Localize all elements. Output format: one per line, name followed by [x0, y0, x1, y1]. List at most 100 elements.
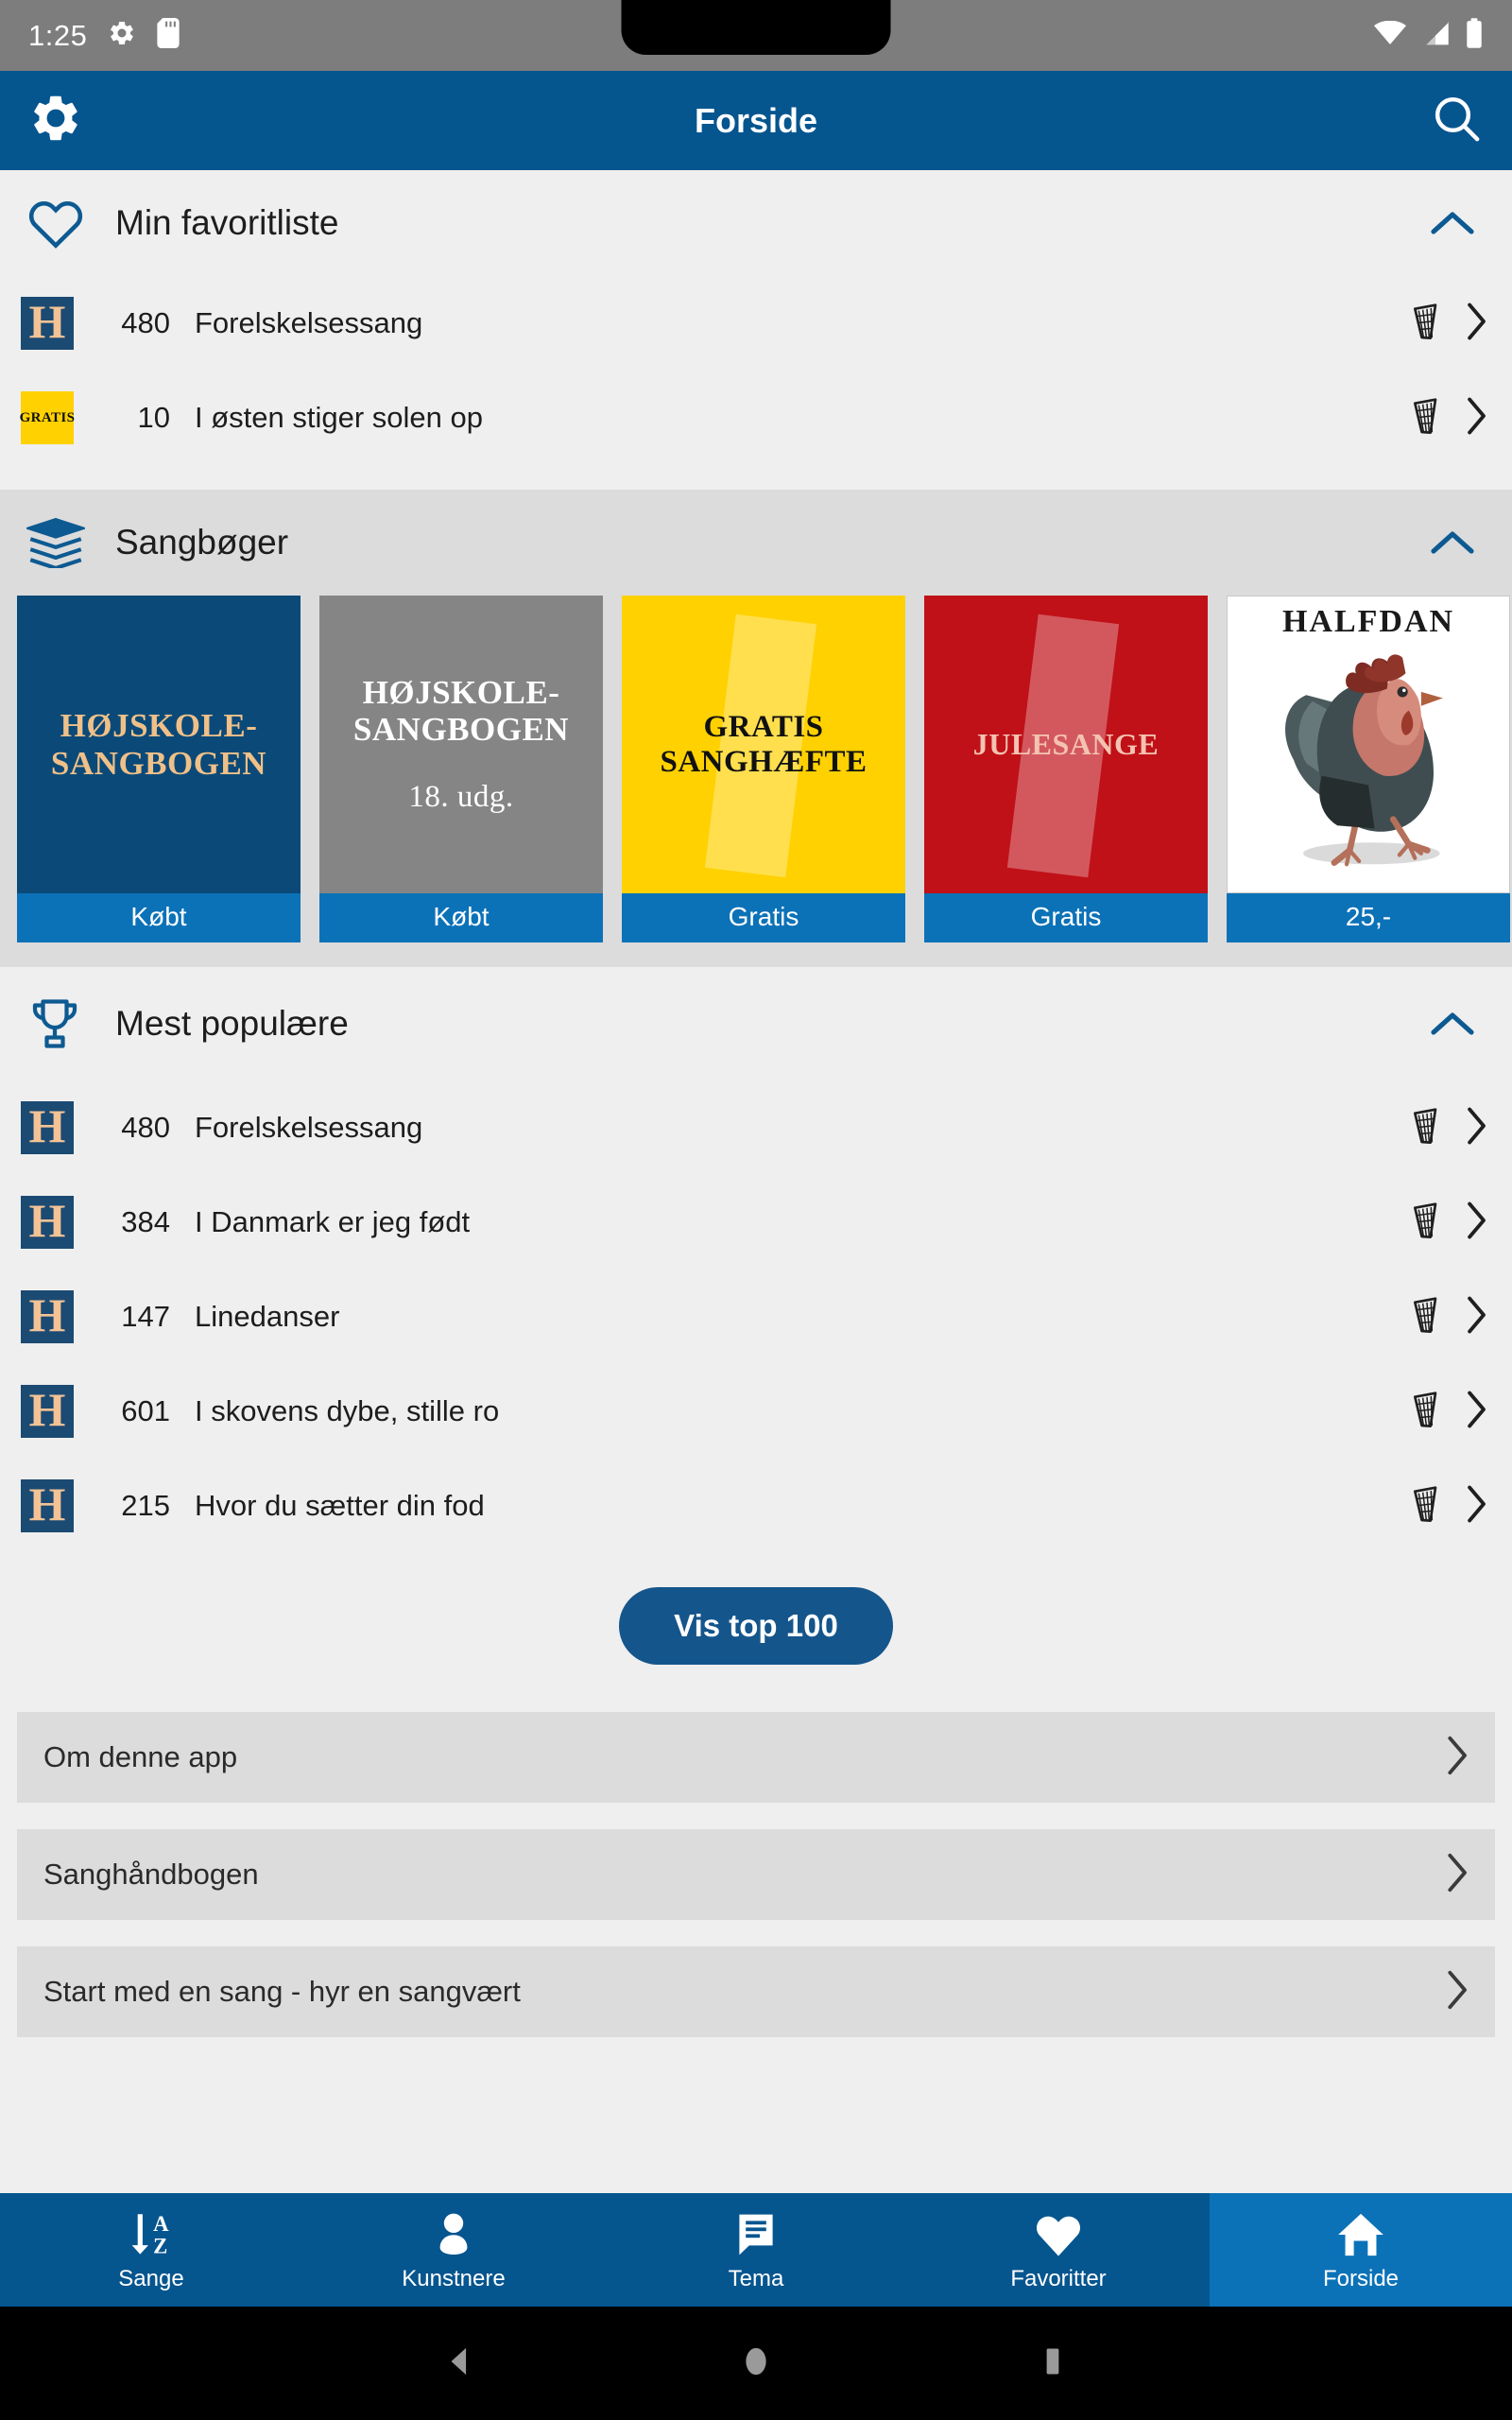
table-row[interactable]: H 601 I skovens dybe, stille ro: [0, 1364, 1512, 1459]
row-actions: [1412, 1201, 1489, 1245]
nav-label: Kunstnere: [402, 2266, 506, 2291]
chevron-up-icon[interactable]: [1419, 209, 1486, 237]
camera-notch: [621, 0, 891, 55]
song-title: Forelskelsessang: [195, 306, 423, 339]
link-row-songhandbook[interactable]: Sanghåndbogen: [17, 1829, 1495, 1920]
harp-icon[interactable]: [1412, 1296, 1440, 1339]
songbook-badge-h: H: [21, 1479, 74, 1532]
favorites-header[interactable]: Min favoritliste: [0, 170, 1512, 276]
link-label: Start med en sang - hyr en sangvært: [43, 1975, 521, 2008]
song-number: 215: [121, 1489, 170, 1522]
search-button[interactable]: [1427, 92, 1486, 150]
sort-az-icon: AZ: [127, 2207, 176, 2258]
harp-icon[interactable]: [1412, 1391, 1440, 1433]
songbook-cover: JULESANGE: [924, 596, 1208, 893]
songbook-badge-h: H: [21, 1290, 74, 1343]
song-number: 480: [121, 1111, 170, 1144]
link-row-hire-song-host[interactable]: Start med en sang - hyr en sangvært: [17, 1946, 1495, 2037]
nav-item-sange[interactable]: AZ Sange: [0, 2193, 302, 2307]
chevron-right-icon[interactable]: [1465, 1390, 1489, 1434]
song-number: 480: [121, 306, 170, 339]
row-actions: [1412, 302, 1489, 346]
battery-icon: [1465, 18, 1484, 53]
songbook-card[interactable]: JULESANGE Gratis: [924, 596, 1208, 942]
song-title: Hvor du sætter din fod: [195, 1489, 485, 1522]
chevron-right-icon[interactable]: [1465, 1484, 1489, 1529]
songbooks-title: Sangbøger: [115, 523, 289, 562]
songbooks-carousel[interactable]: HØJSKOLE- SANGBOGEN Købt HØJSKOLE- SANGBOG…: [0, 596, 1512, 942]
android-navigation-bar: [0, 2307, 1512, 2420]
harp-icon[interactable]: [1412, 1107, 1440, 1150]
chevron-right-icon[interactable]: [1465, 302, 1489, 346]
row-actions: [1412, 1484, 1489, 1529]
section-favorites: Min favoritliste H 480 Forelskelsessang: [0, 170, 1512, 490]
songbook-badge-h: H: [21, 1196, 74, 1249]
app-root: 1:25 Forside Min favoritliste H 480 Fore…: [0, 0, 1512, 2420]
popular-header[interactable]: Mest populære: [0, 967, 1512, 1080]
songbook-cover-title: JULESANGE: [972, 726, 1160, 761]
nav-item-tema[interactable]: Tema: [605, 2193, 907, 2307]
chevron-right-icon: [1444, 1968, 1470, 2016]
harp-icon[interactable]: [1412, 1485, 1440, 1528]
show-top-100-button[interactable]: Vis top 100: [619, 1587, 893, 1665]
section-songbooks: Sangbøger HØJSKOLE- SANGBOGEN Købt HØJSKO…: [0, 490, 1512, 967]
nav-label: Forside: [1322, 2266, 1400, 2291]
link-row-about-app[interactable]: Om denne app: [17, 1712, 1495, 1803]
songbook-cover: GRATIS SANGHÆFTE: [622, 596, 905, 893]
harp-icon[interactable]: [1412, 1201, 1440, 1244]
recents-square-icon[interactable]: [1037, 2345, 1069, 2382]
chevron-up-icon[interactable]: [1419, 1010, 1486, 1038]
song-number: 147: [121, 1300, 170, 1333]
songbook-price-label: 25,-: [1227, 893, 1510, 942]
songbook-cover: HØJSKOLE- SANGBOGEN: [17, 596, 301, 893]
songbook-cover-title: HALFDAN: [1281, 604, 1455, 639]
chevron-right-icon[interactable]: [1465, 1106, 1489, 1150]
link-label: Sanghåndbogen: [43, 1858, 259, 1891]
row-actions: [1412, 1390, 1489, 1434]
songbook-card[interactable]: HALFDAN 25,-: [1227, 596, 1510, 942]
home-circle-icon[interactable]: [740, 2345, 772, 2382]
nav-item-kunstnere[interactable]: Kunstnere: [302, 2193, 605, 2307]
songbooks-header[interactable]: Sangbøger: [0, 490, 1512, 596]
songbook-badge-h: H: [21, 1385, 74, 1438]
songbook-card[interactable]: HØJSKOLE- SANGBOGEN Købt: [17, 596, 301, 942]
svg-text:A: A: [153, 2212, 169, 2236]
wifi-icon: [1374, 20, 1406, 50]
songbook-price-label: Købt: [17, 893, 301, 942]
song-title: I østen stiger solen op: [195, 401, 483, 434]
songbook-cover-subtitle: 18. udg.: [408, 780, 514, 815]
songbook-cover-title: HØJSKOLE- SANGBOGEN 18. udg.: [352, 673, 570, 815]
chevron-right-icon[interactable]: [1465, 1295, 1489, 1340]
nav-item-forside[interactable]: Forside: [1210, 2193, 1512, 2307]
settings-button[interactable]: [26, 92, 85, 150]
heart-filled-icon: [1034, 2207, 1083, 2258]
song-number: 601: [121, 1394, 170, 1427]
nav-item-favoritter[interactable]: Favoritter: [907, 2193, 1210, 2307]
list-item[interactable]: H 480 Forelskelsessang: [0, 276, 1512, 371]
table-row[interactable]: H 215 Hvor du sætter din fod: [0, 1459, 1512, 1553]
songbook-price-label: Gratis: [622, 893, 905, 942]
chevron-right-icon: [1444, 1734, 1470, 1782]
nav-label: Sange: [118, 2266, 184, 2291]
chevron-up-icon[interactable]: [1419, 528, 1486, 557]
chevron-right-icon[interactable]: [1465, 396, 1489, 441]
table-row[interactable]: H 384 I Danmark er jeg født: [0, 1175, 1512, 1270]
songbook-price-label: Købt: [319, 893, 603, 942]
sd-card-icon: [157, 18, 180, 53]
songbook-card[interactable]: HØJSKOLE- SANGBOGEN 18. udg. Købt: [319, 596, 603, 942]
top100-wrapper: Vis top 100: [0, 1553, 1512, 1712]
table-row[interactable]: H 480 Forelskelsessang: [0, 1080, 1512, 1175]
chevron-right-icon: [1444, 1851, 1470, 1899]
song-title: Forelskelsessang: [195, 1111, 423, 1144]
harp-icon[interactable]: [1412, 397, 1440, 440]
song-title: I Danmark er jeg født: [195, 1205, 471, 1238]
chevron-right-icon[interactable]: [1465, 1201, 1489, 1245]
songbook-price-label: Gratis: [924, 893, 1208, 942]
harp-icon[interactable]: [1412, 302, 1440, 345]
table-row[interactable]: H 147 Linedanser: [0, 1270, 1512, 1364]
back-triangle-icon[interactable]: [443, 2345, 475, 2382]
songbook-cover-title: HØJSKOLE- SANGBOGEN: [50, 707, 267, 782]
list-item[interactable]: GRATIS 10 I østen stiger solen op: [0, 371, 1512, 465]
songbook-cover: HALFDAN: [1227, 596, 1510, 893]
songbook-card[interactable]: GRATIS SANGHÆFTE Gratis: [622, 596, 905, 942]
